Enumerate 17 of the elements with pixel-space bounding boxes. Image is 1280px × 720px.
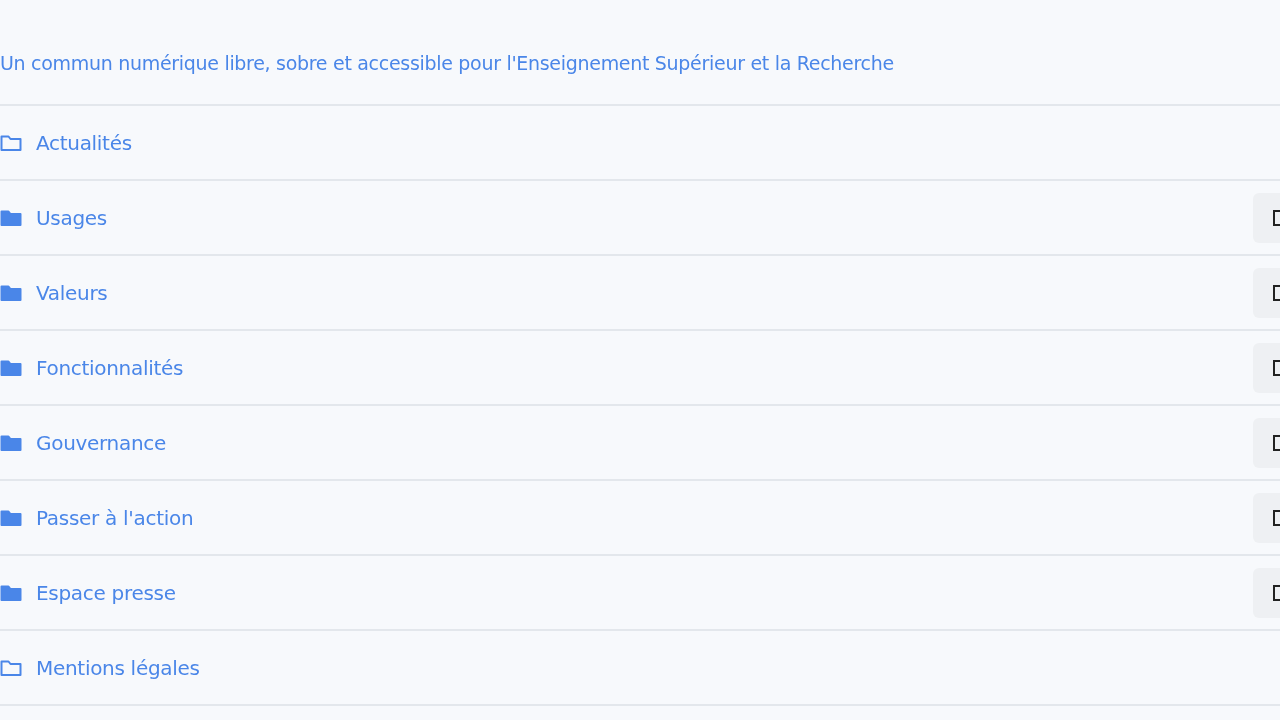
- site-tagline: Un commun numérique libre, sobre et accessible pour l'Enseignement Supérieur et la Recherche: [0, 0, 1280, 106]
- folder-icon: [0, 283, 22, 302]
- menu-link[interactable]: Espace presse: [0, 580, 176, 605]
- folder-icon: [0, 658, 22, 677]
- folder-icon: [0, 358, 22, 377]
- menu-link[interactable]: Usages: [0, 205, 107, 230]
- menu-link[interactable]: Passer à l'action: [0, 505, 194, 530]
- menu-link[interactable]: Mentions légales: [0, 655, 200, 680]
- menu-link[interactable]: Fonctionnalités: [0, 355, 184, 380]
- folder-icon: [0, 508, 22, 527]
- folder-icon: [0, 208, 22, 227]
- folder-icon: [0, 133, 22, 152]
- folder-icon: [0, 583, 22, 602]
- menu-link[interactable]: Valeurs: [0, 280, 108, 305]
- menu-link[interactable]: Actualités: [0, 130, 132, 155]
- folder-icon: [0, 433, 22, 452]
- menu-link[interactable]: Gouvernance: [0, 430, 167, 455]
